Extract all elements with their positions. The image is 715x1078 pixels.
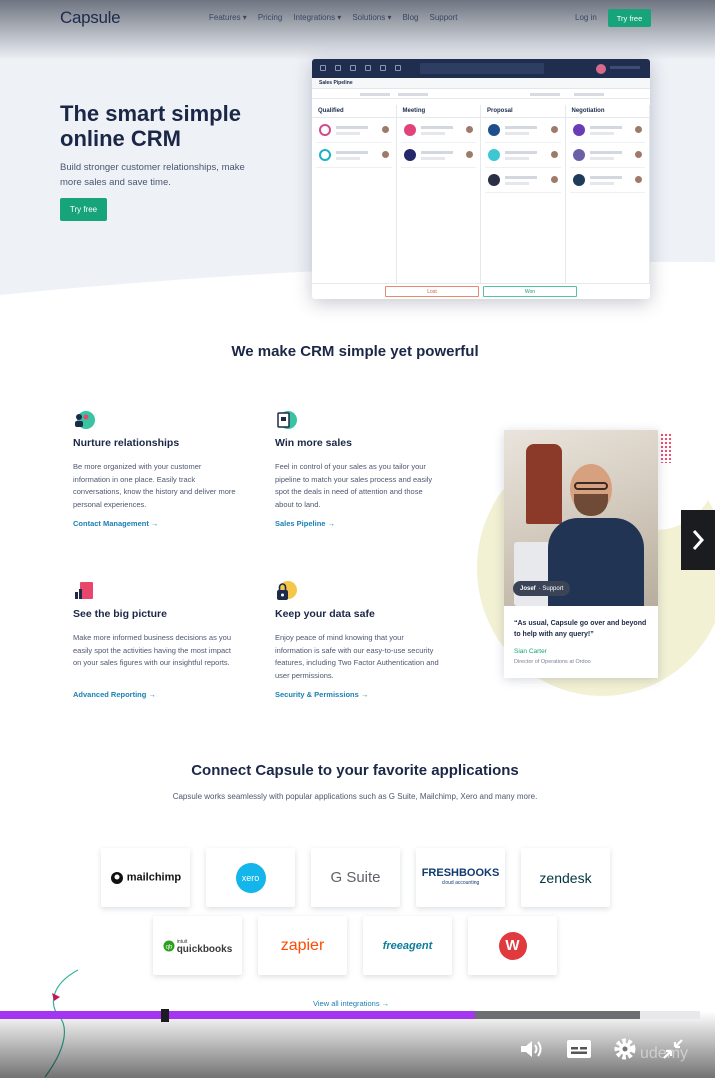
integration-xero[interactable]: xero	[206, 848, 295, 907]
deal-card	[400, 146, 476, 168]
logo[interactable]: Capsule	[60, 8, 121, 28]
mailchimp-icon	[110, 871, 123, 884]
svg-text:qb: qb	[165, 944, 172, 950]
nav-features[interactable]: Features ▾	[209, 13, 247, 22]
nav-solutions[interactable]: Solutions ▾	[352, 13, 391, 22]
nav-blog[interactable]: Blog	[402, 13, 418, 22]
app-tabs	[312, 89, 650, 99]
exit-fullscreen-button[interactable]	[660, 1036, 686, 1062]
integration-mailchimp[interactable]: mailchimp	[101, 848, 190, 907]
app-search-bar	[420, 63, 544, 74]
exit-fullscreen-icon	[663, 1039, 683, 1059]
integration-gsuite[interactable]: G Suite	[311, 848, 400, 907]
volume-icon	[521, 1041, 542, 1057]
hero-title: The smart simple online CRM	[60, 101, 241, 151]
won-dropzone: Won	[483, 286, 577, 297]
nav-support[interactable]: Support	[429, 13, 457, 22]
chevron-right-icon	[692, 530, 705, 550]
deal-card	[569, 146, 645, 168]
captions-button[interactable]	[566, 1036, 592, 1062]
integration-freshbooks[interactable]: FRESHBOOKS cloud accounting	[416, 848, 505, 907]
feature-title: Nurture relationships	[73, 437, 180, 449]
feature-text: Feel in control of your sales as you tai…	[275, 462, 433, 509]
chart-icon	[75, 582, 93, 599]
integration-workflowmax[interactable]: W	[468, 916, 557, 975]
pipeline-column-proposal: Proposal	[481, 105, 566, 283]
testimonial-role: Director of Operations at Ordoo	[514, 659, 591, 665]
settings-icon	[614, 1038, 636, 1060]
settings-button[interactable]	[612, 1036, 638, 1062]
pipeline-column-qualified: Qualified	[312, 105, 397, 283]
testimonial-photo: Josef · Support	[504, 430, 658, 606]
pipeline-icon	[277, 411, 297, 429]
nav-pricing[interactable]: Pricing	[258, 13, 282, 22]
integration-zapier[interactable]: zapier	[258, 916, 347, 975]
app-avatar	[596, 64, 606, 74]
integrations-subtitle: Capsule works seamlessly with popular ap…	[172, 792, 538, 801]
section-title: We make CRM simple yet powerful	[231, 343, 479, 360]
hero-try-free-button[interactable]: Try free	[60, 198, 107, 221]
security-permissions-link[interactable]: Security & Permissions →	[275, 690, 368, 699]
person-tag-role: · Support	[538, 585, 564, 592]
deal-card	[400, 121, 476, 143]
deal-card	[569, 171, 645, 193]
captions-icon	[567, 1040, 591, 1058]
video-player-controls	[0, 1011, 715, 1078]
integration-quickbooks[interactable]: qb intuit quickbooks	[153, 916, 242, 975]
deal-card	[569, 121, 645, 143]
integration-zendesk[interactable]: zendesk	[521, 848, 610, 907]
lost-dropzone: Lost	[385, 286, 479, 297]
deal-card	[485, 146, 561, 168]
app-user-name	[610, 66, 640, 69]
app-drop-zones: Lost Won	[312, 283, 650, 299]
testimonial-quote: “As usual, Capsule go over and beyond to…	[514, 620, 647, 638]
volume-button[interactable]	[518, 1036, 544, 1062]
nav-try-free-button[interactable]: Try free	[608, 9, 651, 27]
advanced-reporting-link[interactable]: Advanced Reporting →	[73, 690, 156, 699]
top-nav: Capsule Features ▾ Pricing Integrations …	[0, 0, 715, 36]
person-tag-name: Josef	[520, 585, 536, 592]
person-tag: Josef · Support	[513, 581, 571, 596]
lock-icon	[277, 581, 297, 600]
people-icon	[75, 411, 95, 429]
login-link[interactable]: Log in	[575, 13, 597, 22]
dot-pattern	[660, 433, 672, 463]
pipeline-column-negotiation: Negotiation	[565, 105, 650, 283]
progress-played[interactable]	[0, 1011, 475, 1019]
feature-title: Keep your data safe	[275, 608, 375, 620]
deal-card	[485, 171, 561, 193]
integrations-title: Connect Capsule to your favorite applica…	[191, 762, 519, 779]
deal-card	[485, 121, 561, 143]
testimonial-name: Sian Carter	[514, 648, 547, 655]
feature-title: See the big picture	[73, 608, 167, 620]
app-screenshot: Sales Pipeline Qualified Meeting Proposa…	[312, 59, 650, 299]
contact-management-link[interactable]: Contact Management →	[73, 519, 158, 528]
app-topbar	[312, 59, 650, 78]
testimonial-card: Josef · Support “As usual, Capsule go ov…	[504, 430, 658, 678]
hero-subtitle: Build stronger customer relationships, m…	[60, 162, 245, 188]
deal-card	[316, 146, 392, 168]
pipeline-columns: Qualified Meeting Proposal Negotiation	[312, 105, 650, 283]
feature-text: Enjoy peace of mind knowing that your in…	[275, 633, 439, 680]
feature-title: Win more sales	[275, 437, 352, 449]
deal-card	[316, 121, 392, 143]
app-subheader: Sales Pipeline	[312, 78, 650, 89]
nav-integrations[interactable]: Integrations ▾	[293, 13, 341, 22]
progress-marker[interactable]	[161, 1009, 169, 1022]
feature-text: Make more informed business decisions as…	[73, 633, 231, 667]
feature-text: Be more organized with your customer inf…	[73, 462, 236, 509]
nav-links: Features ▾ Pricing Integrations ▾ Soluti…	[209, 13, 458, 22]
pipeline-column-meeting: Meeting	[396, 105, 481, 283]
sales-pipeline-link[interactable]: Sales Pipeline →	[275, 519, 335, 528]
view-all-integrations-link[interactable]: View all integrations →	[313, 999, 389, 1008]
quickbooks-icon: qb	[163, 940, 175, 951]
app-nav-icons	[320, 65, 401, 71]
next-arrow-button[interactable]	[681, 510, 715, 570]
integration-freeagent[interactable]: freeagent	[363, 916, 452, 975]
